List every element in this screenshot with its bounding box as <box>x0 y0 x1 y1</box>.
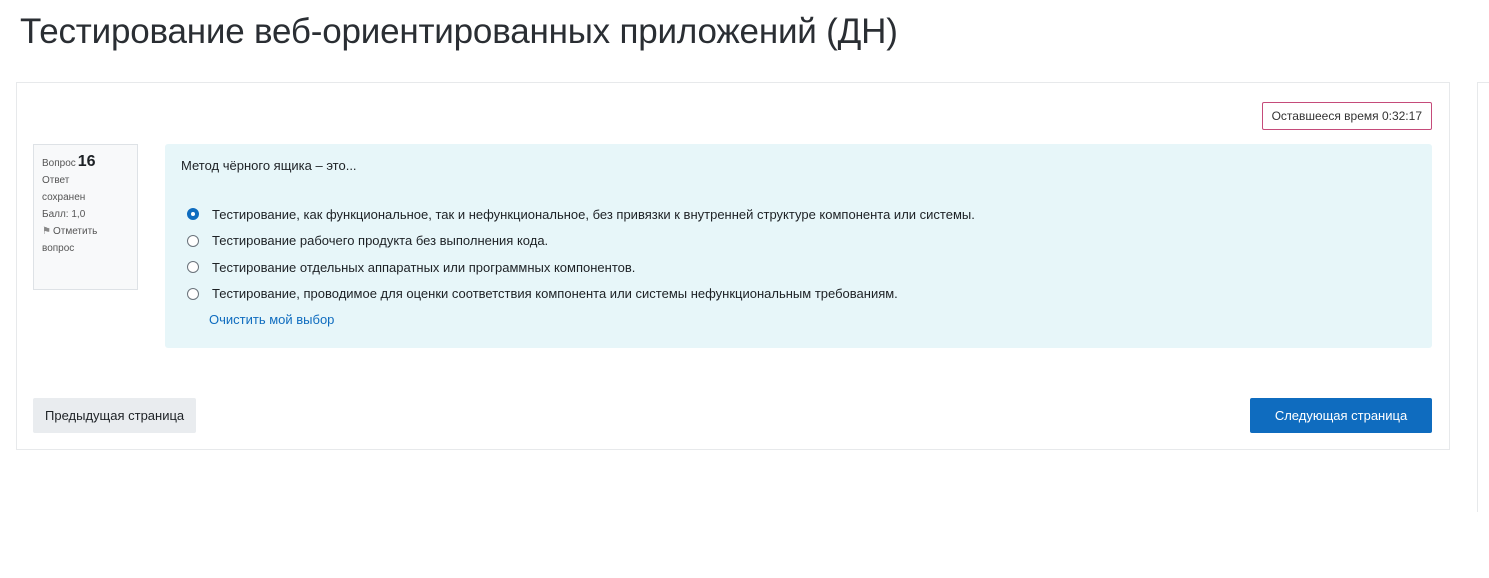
page-title: Тестирование веб-ориентированных приложе… <box>20 12 898 51</box>
answer-text: Тестирование отдельных аппаратных или пр… <box>212 259 636 275</box>
flag-question-button[interactable]: ⚑ Отметить <box>42 223 129 240</box>
side-drawer-edge <box>1477 82 1489 512</box>
question-number: 16 <box>77 153 96 170</box>
answer-list: Тестирование, как функциональное, так и … <box>187 201 975 307</box>
time-remaining: Оставшееся время 0:32:17 <box>1261 102 1432 130</box>
answer-text: Тестирование, как функциональное, так и … <box>212 206 975 222</box>
previous-page-button[interactable]: Предыдущая страница <box>33 398 197 433</box>
answer-option[interactable]: Тестирование отдельных аппаратных или пр… <box>187 254 975 281</box>
question-content: Метод чёрного ящика – это... Тестировани… <box>165 144 1432 348</box>
flag-icon: ⚑ <box>42 226 51 237</box>
radio-button[interactable] <box>187 287 199 300</box>
radio-button[interactable] <box>187 234 199 247</box>
question-info-panel: Вопрос 16 Ответ сохранен Балл: 1,0 ⚑ Отмет… <box>33 144 138 290</box>
answer-text: Тестирование, проводимое для оценки соот… <box>212 286 898 302</box>
radio-button-selected[interactable] <box>187 208 199 221</box>
next-page-button[interactable]: Следующая страница <box>1250 398 1432 433</box>
answer-state-line2: сохранен <box>42 192 86 203</box>
question-grade: Балл: 1,0 <box>42 209 86 220</box>
answer-text: Тестирование рабочего продукта без выпол… <box>212 233 549 249</box>
answer-option[interactable]: Тестирование рабочего продукта без выпол… <box>187 228 975 255</box>
answer-state-line1: Ответ <box>42 175 70 186</box>
radio-button[interactable] <box>187 261 199 274</box>
flag-question-label: Отметить <box>52 226 98 237</box>
answer-option[interactable]: Тестирование, как функциональное, так и … <box>187 201 975 228</box>
clear-choice-link[interactable]: Очистить мой выбор <box>209 312 334 327</box>
flag-question-label-line2[interactable]: вопрос <box>42 240 129 257</box>
quiz-card: Оставшееся время 0:32:17 Вопрос 16 Ответ … <box>16 82 1450 450</box>
question-text: Метод чёрного ящика – это... <box>181 158 357 173</box>
answer-option[interactable]: Тестирование, проводимое для оценки соот… <box>187 281 975 308</box>
question-number-label: Вопрос <box>42 158 76 169</box>
